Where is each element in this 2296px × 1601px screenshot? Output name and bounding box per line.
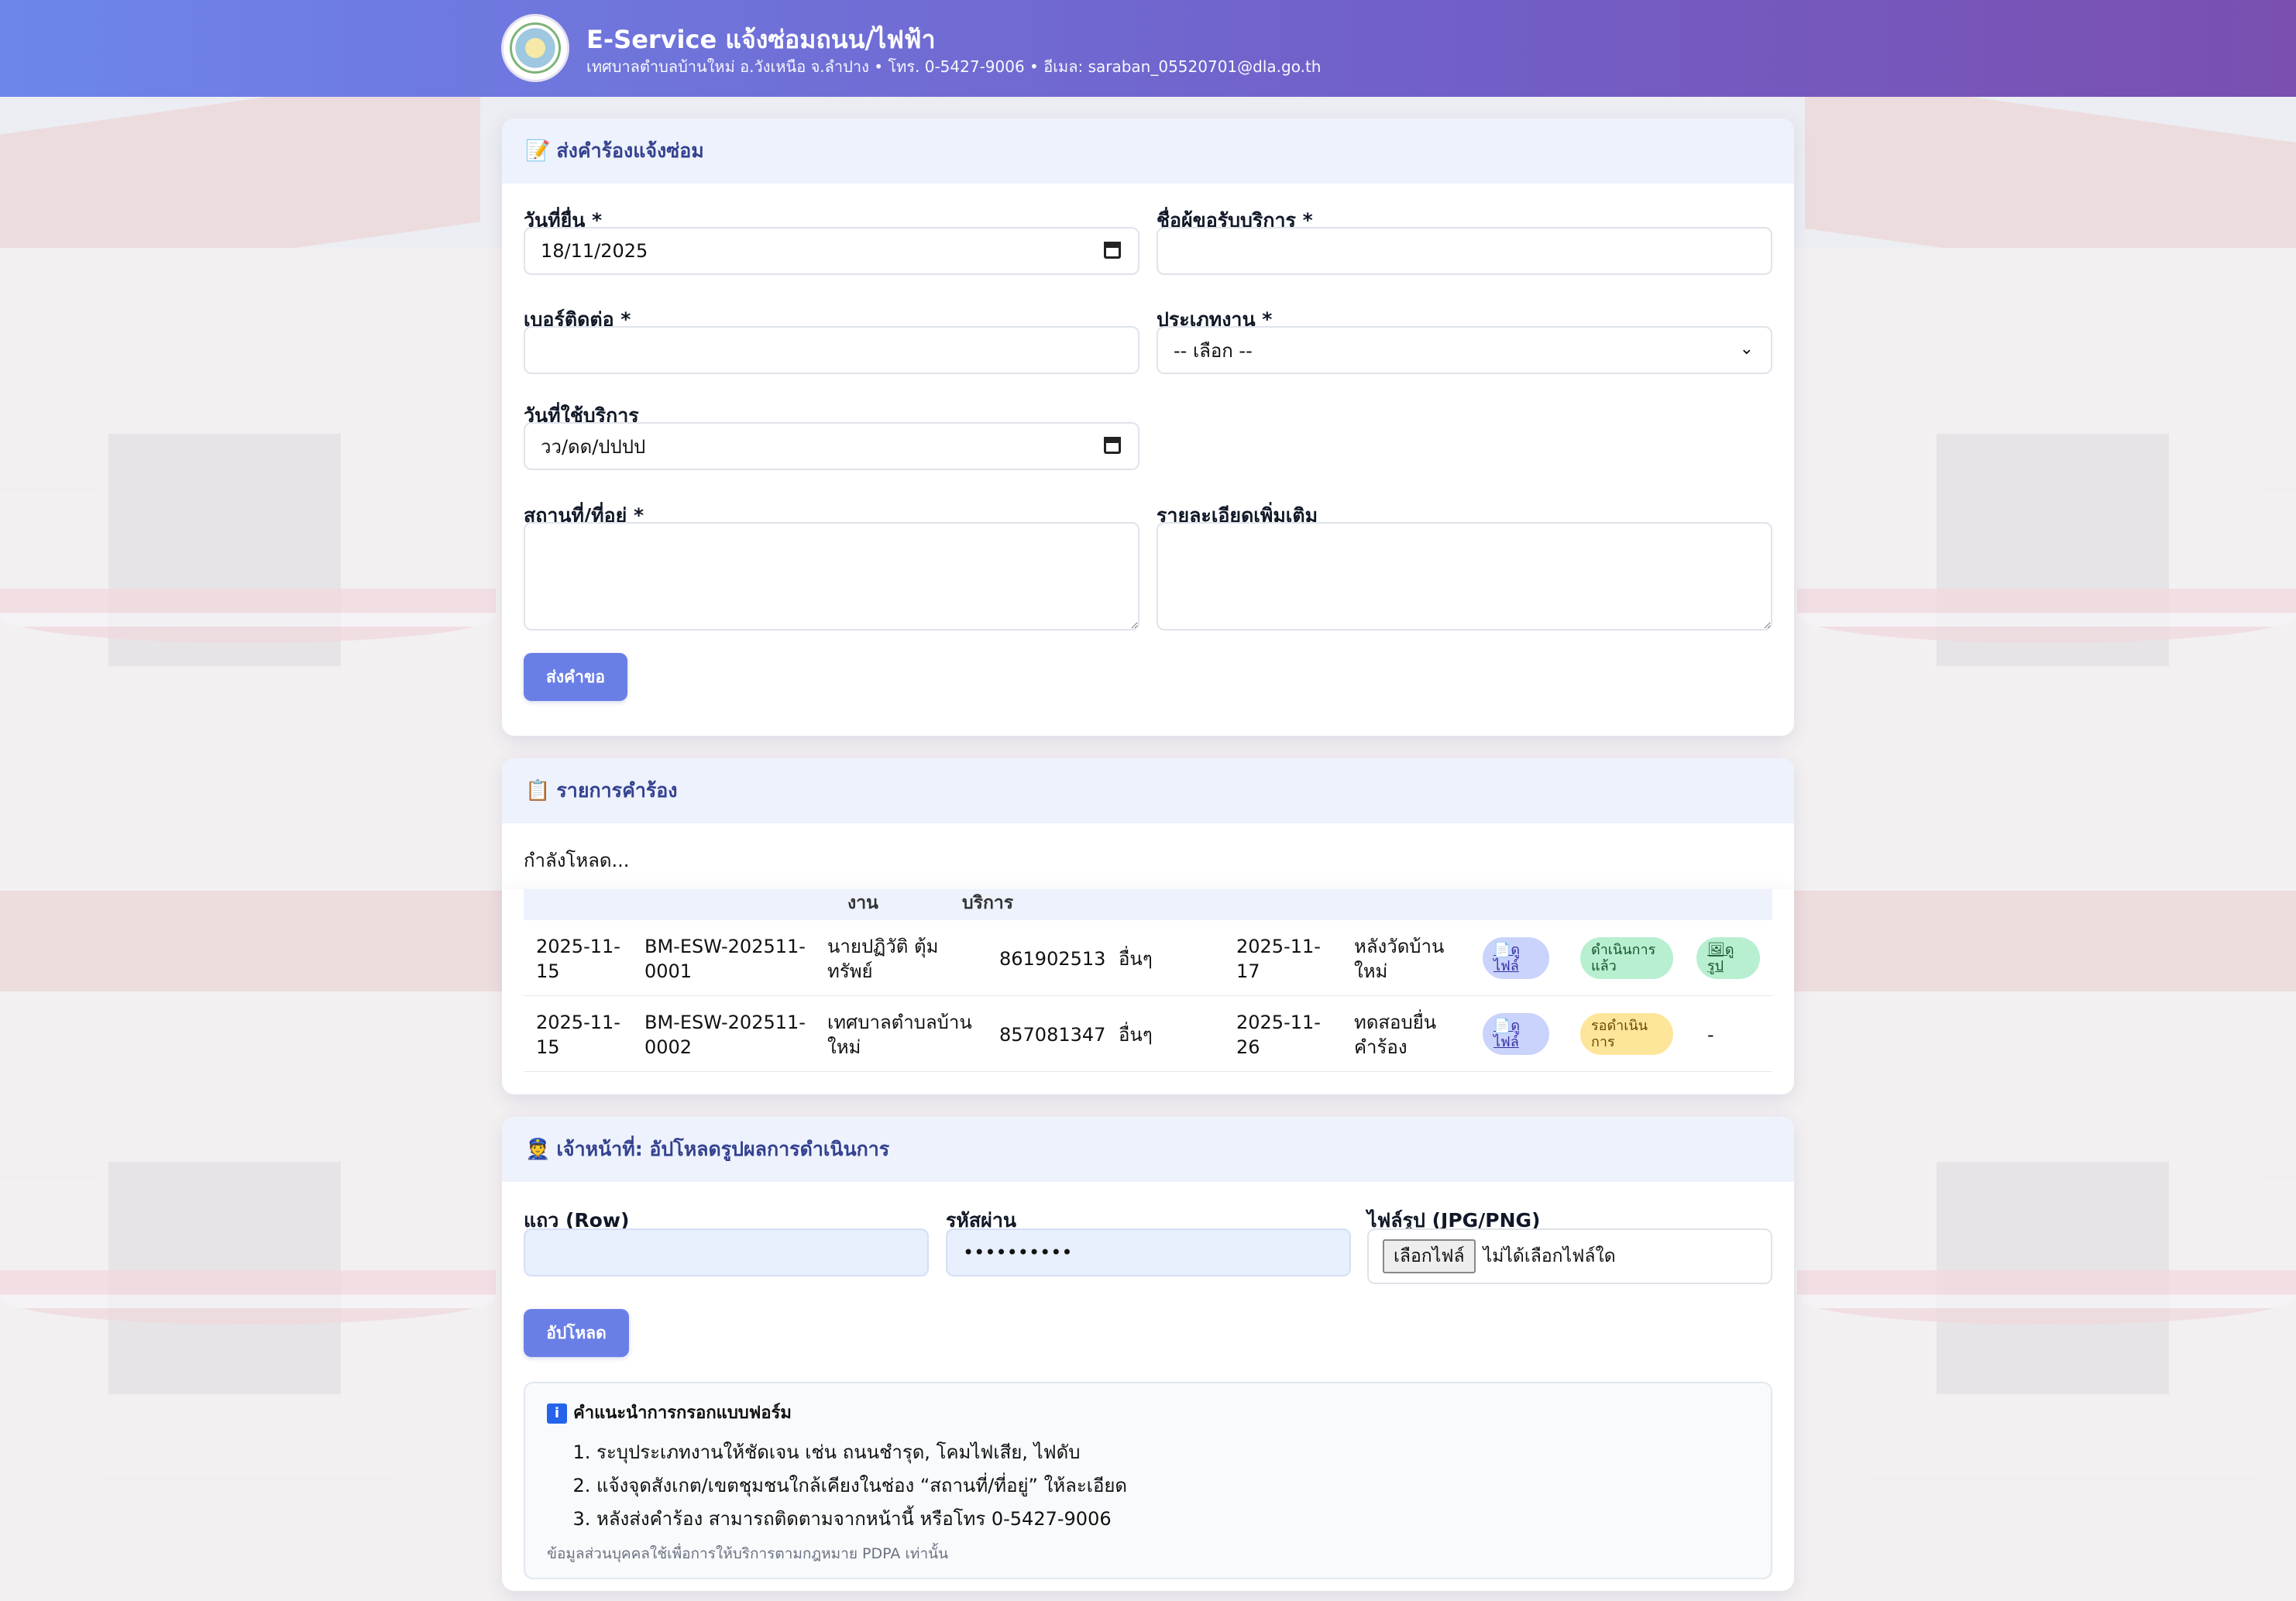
details-textarea[interactable]	[1157, 522, 1772, 630]
table-header: งาน บริการ	[524, 889, 1772, 920]
request-form-card: 📝 ส่งคำร้องแจ้งซ่อม วันที่ยื่น * 18/11/2…	[502, 119, 1794, 736]
file-input[interactable]: เลือกไฟล์ ไม่ได้เลือกไฟล์ใด	[1367, 1228, 1772, 1284]
loading-text: กำลังโหลด...	[524, 850, 630, 871]
list-item: ระบุประเภทงานให้ชัดเจน เช่น ถนนชำรุด, โค…	[596, 1436, 1127, 1469]
view-file-link[interactable]: 📄ดูไฟล์	[1483, 1013, 1549, 1055]
calendar-icon[interactable]	[1104, 242, 1121, 259]
chevron-down-icon: ⌄	[1739, 339, 1754, 359]
municipality-logo	[501, 14, 569, 82]
app-header: E-Service แจ้งซ่อมถนน/ไฟฟ้า เทศบาลตำบลบ้…	[0, 0, 2296, 97]
password-input[interactable]: ••••••••••	[946, 1228, 1351, 1276]
choose-file-button[interactable]: เลือกไฟล์	[1383, 1239, 1476, 1273]
requests-card: 📋 รายการคำร้อง กำลังโหลด...	[502, 758, 1794, 890]
no-image-dash: -	[1707, 1024, 1714, 1046]
officer-icon: 👮	[525, 1138, 551, 1161]
date-input[interactable]: 18/11/2025	[524, 227, 1139, 275]
requests-title: รายการคำร้อง	[556, 779, 678, 802]
requests-table: งาน บริการ 2025-11-15 BM-ESW-202511-0001…	[502, 889, 1794, 1094]
view-image-link[interactable]: 🖼ดูรูป	[1696, 937, 1760, 979]
upload-title: เจ้าหน้าที่: อัปโหลดรูปผลการดำเนินการ	[556, 1138, 890, 1160]
table-row: 2025-11-15 BM-ESW-202511-0001 นายปฏิวัติ…	[524, 920, 1772, 996]
request-form-title: ส่งคำร้องแจ้งซ่อม	[556, 139, 704, 162]
row-input[interactable]	[524, 1228, 929, 1276]
phone-input[interactable]	[524, 326, 1139, 374]
instructions-box: i คำแนะนำการกรอกแบบฟอร์ม ระบุประเภทงานให้…	[524, 1382, 1772, 1579]
list-item: หลังส่งคำร้อง สามารถติดตามจากหน้านี้ หรื…	[596, 1503, 1127, 1536]
table-row: 2025-11-15 BM-ESW-202511-0002 เทศบาลตำบล…	[524, 996, 1772, 1072]
memo-icon: 📝	[525, 139, 551, 163]
service-date-input[interactable]: วว/ดด/ปปปป	[524, 422, 1139, 470]
name-input[interactable]	[1157, 227, 1772, 275]
pdpa-note: ข้อมูลส่วนบุคคลใช้เพื่อการให้บริการตามกฎ…	[547, 1545, 949, 1562]
request-form-header: 📝 ส่งคำร้องแจ้งซ่อม	[502, 119, 1794, 184]
requests-header: 📋 รายการคำร้อง	[502, 758, 1794, 823]
submit-request-button[interactable]: ส่งคำขอ	[524, 653, 627, 701]
info-icon: i	[547, 1403, 567, 1424]
upload-header: 👮 เจ้าหน้าที่: อัปโหลดรูปผลการดำเนินการ	[502, 1117, 1794, 1182]
instructions-title: คำแนะนำการกรอกแบบฟอร์ม	[573, 1403, 792, 1423]
page-subtitle: เทศบาลตำบลบ้านใหม่ อ.วังเหนือ จ.ลำปาง • …	[586, 57, 1322, 76]
list-item: แจ้งจุดสังเกต/เขตชุมชนใกล้เคียงในช่อง “ส…	[596, 1469, 1127, 1503]
no-file-text: ไม่ได้เลือกไฟล์ใด	[1483, 1246, 1616, 1266]
instructions-list: ระบุประเภทงานให้ชัดเจน เช่น ถนนชำรุด, โค…	[596, 1436, 1127, 1536]
address-textarea[interactable]	[524, 522, 1139, 630]
view-file-link[interactable]: 📄ดูไฟล์	[1483, 937, 1549, 979]
status-badge: รอดำเนินการ	[1580, 1013, 1673, 1055]
status-badge: ดำเนินการแล้ว	[1580, 937, 1673, 979]
clipboard-icon: 📋	[525, 779, 551, 802]
upload-button[interactable]: อัปโหลด	[524, 1309, 629, 1357]
upload-card: 👮 เจ้าหน้าที่: อัปโหลดรูปผลการดำเนินการ …	[502, 1117, 1794, 1591]
type-select[interactable]: -- เลือก -- ⌄	[1157, 326, 1772, 374]
calendar-icon[interactable]	[1104, 437, 1121, 454]
